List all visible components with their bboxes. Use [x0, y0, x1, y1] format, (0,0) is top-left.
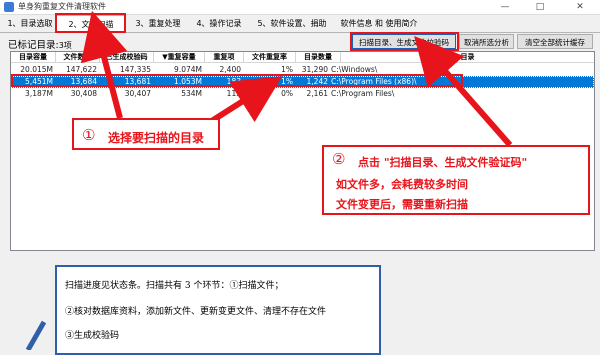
info-line-1: 扫描进度见状态条。扫描共有 3 个环节：①扫描文件；: [65, 281, 284, 291]
annotation-one-text: 选择要扫描的目录: [108, 131, 205, 145]
scan-info-box: 扫描进度见状态条。扫描共有 3 个环节：①扫描文件； ②核对数据库资料，添加新文…: [55, 265, 381, 355]
annotation-two-line3: 文件变更后，需要重新扫描: [336, 198, 468, 211]
annotation-two-line1: 点击 "扫描目录、生成文件验证码": [358, 156, 528, 169]
annotation-two-line2: 如文件多，会耗费较多时间: [336, 178, 468, 191]
annotation-one: ① 选择要扫描的目录: [72, 118, 220, 150]
annotation-one-number: ①: [82, 126, 96, 144]
info-line-3: ③生成校验码: [65, 331, 120, 341]
scan-button-highlight-frame: [350, 32, 459, 51]
annotation-two: ② 点击 "扫描目录、生成文件验证码" 如文件多，会耗费较多时间 文件变更后，需…: [322, 145, 590, 215]
tab-highlight-frame: [55, 13, 126, 33]
row-highlight-frame: [11, 74, 463, 87]
arrow-to-statusbar-icon: [25, 320, 47, 350]
arrow-to-scan-button-icon: [414, 35, 513, 147]
info-line-2: ②核对数据库资料，添加新文件、更新变更文件、清理不存在文件: [65, 307, 327, 317]
annotation-two-number: ②: [332, 150, 346, 168]
